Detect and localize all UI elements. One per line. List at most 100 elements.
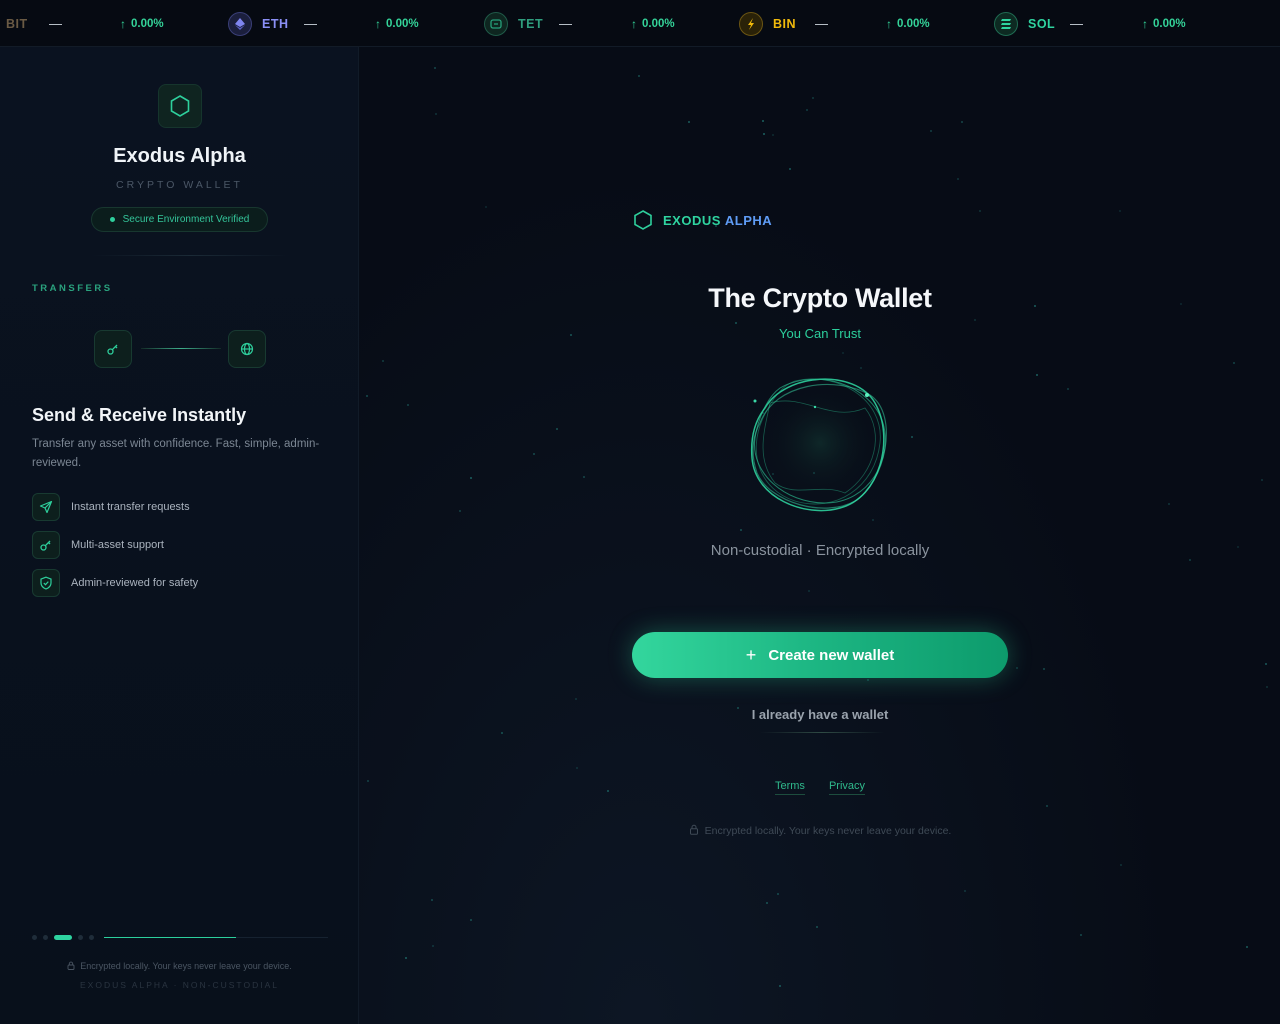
star-dot: [930, 130, 932, 132]
star-dot: [638, 75, 640, 77]
ticker-price: —: [304, 16, 317, 31]
star-dot: [583, 476, 585, 478]
solana-icon: [994, 11, 1018, 36]
lock-icon: [689, 824, 699, 838]
slide-indicator: [32, 935, 100, 940]
arrow-up-icon: ↑: [631, 16, 637, 31]
section-label: TRANSFERS: [32, 283, 113, 294]
star-dot: [688, 121, 690, 123]
star-dot: [470, 477, 472, 479]
star-dot: [1067, 388, 1069, 390]
star-dot: [842, 352, 844, 354]
link-underline: [760, 732, 884, 733]
key-icon: [94, 330, 132, 368]
verified-label: Secure Environment Verified: [122, 214, 250, 225]
hexagon-icon: [170, 95, 190, 117]
main-footer-note: Encrypted locally. Your keys never leave…: [360, 824, 1280, 838]
star-dot: [816, 926, 818, 928]
brand-name-primary: EXODUS: [663, 212, 721, 228]
star-dot: [432, 945, 434, 947]
star-dot: [740, 529, 742, 531]
ticker-item-eth[interactable]: ETH: [228, 0, 289, 46]
star-dot: [485, 206, 487, 208]
star-dot: [1233, 362, 1235, 364]
ticker-price: —: [1070, 16, 1083, 31]
lock-icon: [67, 961, 75, 972]
privacy-link[interactable]: Privacy: [828, 780, 865, 795]
ticker-symbol: TET: [518, 16, 544, 31]
header-brand: EXODUS ALPHA: [633, 209, 772, 231]
arrow-up-icon: ↑: [120, 16, 126, 31]
ticker-price: —: [815, 16, 828, 31]
feature-item: Instant transfer requests: [32, 493, 190, 521]
divider: [90, 255, 290, 256]
star-dot: [501, 732, 503, 734]
plus-icon: +: [745, 644, 757, 665]
hexagon-icon: [634, 210, 652, 230]
star-dot: [766, 902, 768, 904]
ticker-item-sol[interactable]: SOL: [994, 0, 1055, 46]
star-dot: [964, 890, 966, 892]
star-dot: [763, 133, 765, 135]
slide-dot-active[interactable]: [54, 935, 72, 940]
ticker-item-bit[interactable]: BIT: [6, 0, 28, 46]
ticker-change: ↑ 0.00%: [120, 16, 164, 31]
star-dot: [777, 893, 779, 895]
feature-title: Send & Receive Instantly: [32, 405, 247, 425]
slide-dot[interactable]: [43, 935, 48, 940]
feature-label: Multi-asset support: [71, 539, 164, 551]
feature-item: Admin-reviewed for safety: [32, 569, 198, 597]
star-dot: [575, 698, 577, 700]
slide-dot[interactable]: [78, 935, 83, 940]
star-dot: [1016, 667, 1018, 669]
hero-title: The Crypto Wallet: [708, 283, 932, 313]
transfer-flow-line: [141, 348, 221, 349]
slide-dot[interactable]: [89, 935, 94, 940]
star-dot: [1265, 663, 1267, 665]
brand-title: Exodus Alpha: [113, 145, 246, 167]
ticker-item-bin[interactable]: BIN: [739, 0, 796, 46]
ticker-item-tet[interactable]: TET: [484, 0, 544, 46]
feature-description: Transfer any asset with confidence. Fast…: [32, 438, 320, 469]
globe-icon: [228, 330, 266, 368]
star-dot: [1261, 479, 1263, 481]
existing-wallet-link[interactable]: I already have a wallet: [360, 707, 1280, 722]
main-panel: EXODUS ALPHA The Crypto Wallet You Can T…: [360, 47, 1280, 1024]
star-dot: [435, 113, 437, 115]
star-dot: [808, 590, 810, 592]
shield-check-icon: [32, 569, 60, 597]
binance-icon: [739, 11, 763, 36]
feature-label: Admin-reviewed for safety: [71, 577, 199, 589]
slide-progress-fill: [104, 937, 237, 938]
ticker-symbol: ETH: [262, 16, 289, 31]
star-dot: [779, 985, 781, 987]
star-dot: [405, 957, 407, 959]
star-dot: [812, 97, 814, 99]
star-dot: [382, 360, 384, 362]
arrow-up-icon: ↑: [886, 16, 892, 31]
create-wallet-button[interactable]: + Create new wallet: [632, 632, 1008, 678]
sidebar-footer-tag: EXODUS ALPHA · NON-CUSTODIAL: [80, 980, 279, 990]
slide-dot[interactable]: [32, 935, 37, 940]
star-dot: [1080, 934, 1082, 936]
star-dot: [762, 120, 764, 122]
status-dot-icon: [109, 217, 115, 222]
star-dot: [533, 453, 535, 455]
ethereum-icon: [228, 11, 252, 36]
ticker-price: —: [49, 16, 62, 31]
sidebar-footer-note: Encrypted locally. Your keys never leave…: [0, 961, 359, 972]
ticker-change: ↑ 0.00%: [886, 16, 930, 31]
star-dot: [867, 679, 869, 681]
verified-badge: Secure Environment Verified: [91, 207, 268, 232]
key-icon: [32, 531, 60, 559]
terms-link[interactable]: Terms: [774, 780, 805, 795]
ticker-change: ↑ 0.00%: [375, 16, 419, 31]
star-dot: [1168, 503, 1170, 505]
star-dot: [789, 168, 791, 170]
feature-label: Instant transfer requests: [71, 501, 190, 513]
star-dot: [735, 322, 737, 324]
star-dot: [459, 510, 461, 512]
slide-progress: [104, 937, 328, 938]
star-dot: [1120, 864, 1122, 866]
star-dot: [961, 121, 963, 123]
